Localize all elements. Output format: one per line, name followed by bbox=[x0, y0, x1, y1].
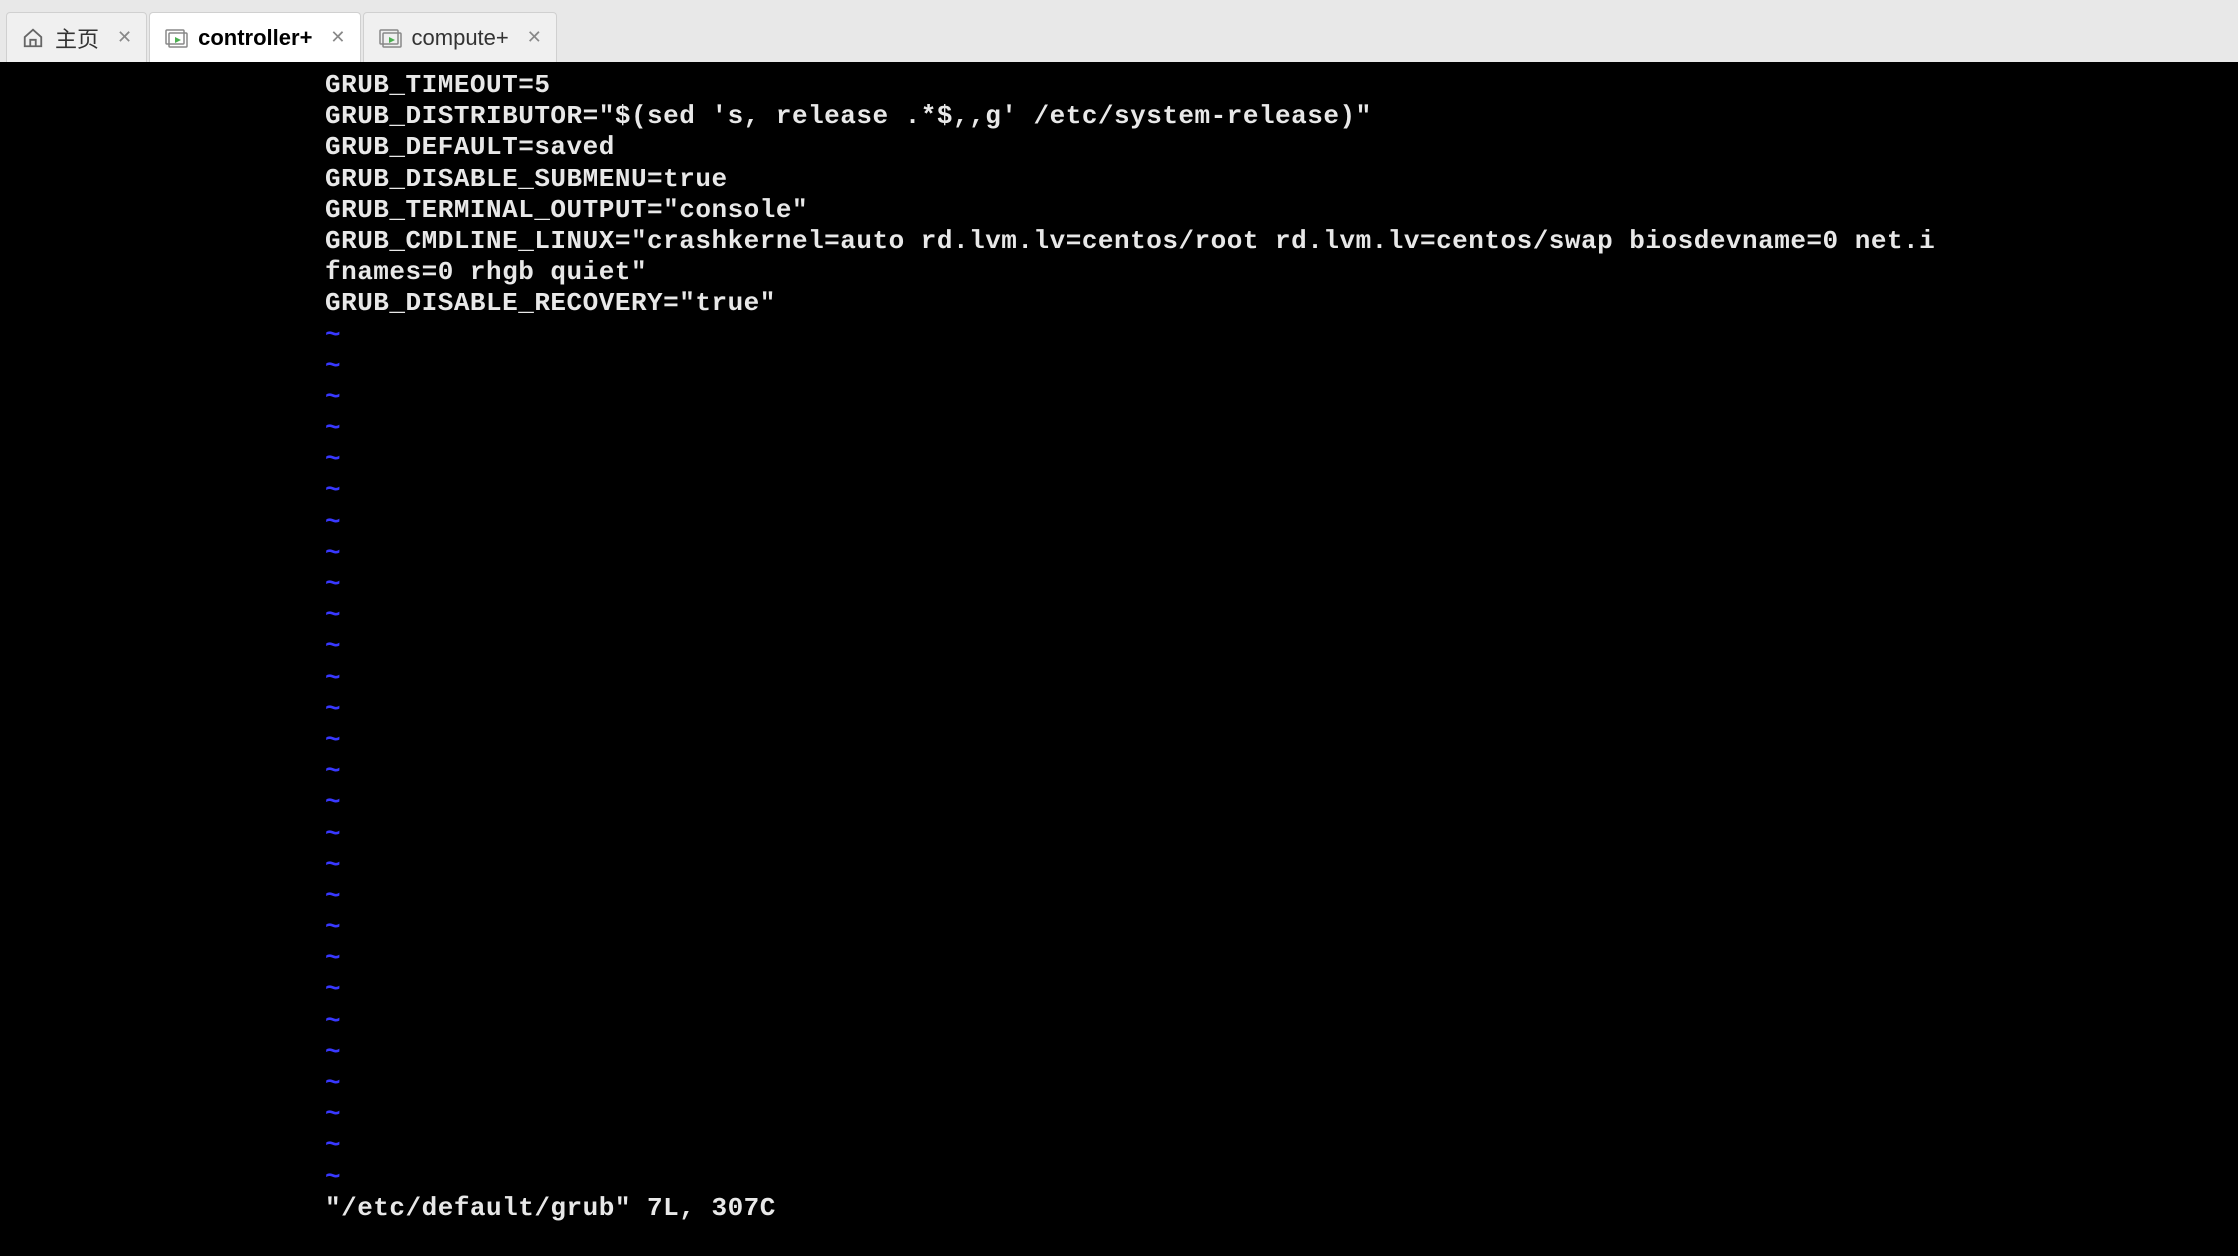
tab-controller[interactable]: controller+ ✕ bbox=[149, 12, 360, 62]
vm-icon bbox=[164, 26, 188, 50]
status-line: "/etc/default/grub" 7L, 307C bbox=[325, 1193, 2238, 1224]
tab-label: compute+ bbox=[412, 25, 509, 51]
close-icon[interactable]: ✕ bbox=[330, 27, 345, 48]
tab-label: controller+ bbox=[198, 25, 312, 51]
close-icon[interactable]: ✕ bbox=[117, 27, 132, 48]
close-icon[interactable]: ✕ bbox=[527, 27, 542, 48]
tilde-lines: ~ ~ ~ ~ ~ ~ ~ ~ ~ ~ ~ ~ ~ ~ ~ ~ ~ ~ ~ ~ … bbox=[325, 320, 2238, 1193]
tab-bar: 主页 ✕ controller+ ✕ compute+ ✕ bbox=[0, 0, 2238, 62]
tab-home[interactable]: 主页 ✕ bbox=[6, 12, 147, 62]
terminal[interactable]: GRUB_TIMEOUT=5 GRUB_DISTRIBUTOR="$(sed '… bbox=[0, 62, 2238, 1256]
home-icon bbox=[21, 26, 45, 50]
tab-label: 主页 bbox=[55, 22, 99, 54]
file-content: GRUB_TIMEOUT=5 GRUB_DISTRIBUTOR="$(sed '… bbox=[325, 70, 2238, 320]
tab-compute[interactable]: compute+ ✕ bbox=[363, 12, 557, 62]
vm-icon bbox=[378, 26, 402, 50]
